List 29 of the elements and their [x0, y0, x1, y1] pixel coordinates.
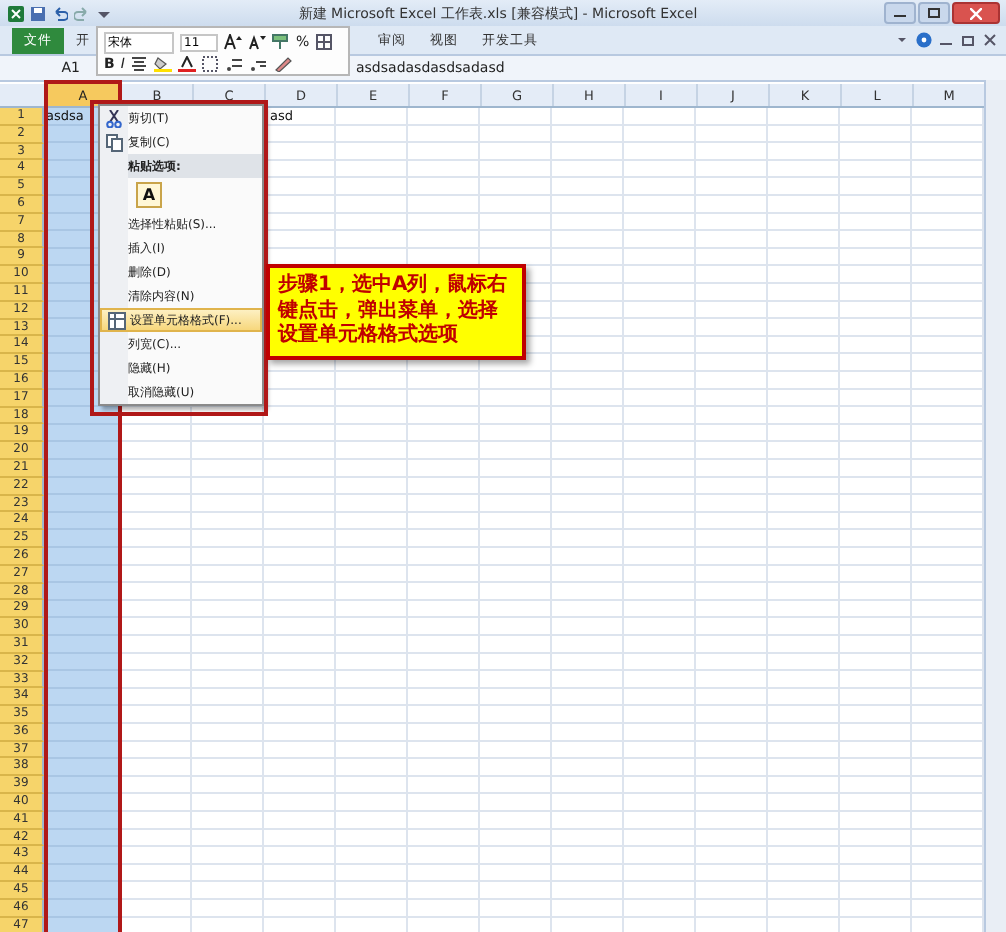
paste-option-button[interactable]: A — [136, 182, 162, 208]
scissors-icon — [106, 109, 122, 127]
shrink-font-icon[interactable] — [248, 34, 266, 50]
callout-note: 步骤1，选中A列，鼠标右键点击，弹出菜单，选择设置单元格格式选项 — [266, 264, 526, 359]
decimal-icon[interactable] — [226, 55, 245, 71]
vertical-scrollbar[interactable] — [984, 80, 1006, 932]
minimize-icon — [894, 9, 906, 17]
caret-icon[interactable] — [894, 32, 910, 48]
close-icon[interactable] — [982, 32, 998, 48]
borders-icon[interactable] — [315, 34, 334, 50]
maximize-button[interactable] — [918, 2, 950, 24]
undo-icon[interactable] — [52, 5, 68, 21]
fill-color-icon[interactable] — [154, 55, 173, 71]
maximize-icon — [928, 8, 940, 18]
format-cells-icon — [107, 311, 125, 329]
borders-icon[interactable] — [202, 55, 221, 71]
close-icon — [970, 7, 982, 19]
help-icon[interactable] — [916, 32, 932, 48]
minimize-button[interactable] — [884, 2, 916, 24]
decimal-icon[interactable] — [250, 55, 269, 71]
grow-font-icon[interactable] — [224, 34, 242, 50]
format-painter-icon[interactable] — [272, 34, 290, 50]
close-button[interactable] — [952, 2, 1000, 24]
align-center-icon[interactable] — [130, 55, 149, 71]
excel-logo-icon[interactable] — [8, 5, 24, 21]
font-color-icon[interactable] — [178, 55, 197, 71]
restore-icon[interactable] — [960, 32, 976, 48]
save-icon[interactable] — [30, 5, 46, 21]
copy-icon — [105, 133, 123, 151]
